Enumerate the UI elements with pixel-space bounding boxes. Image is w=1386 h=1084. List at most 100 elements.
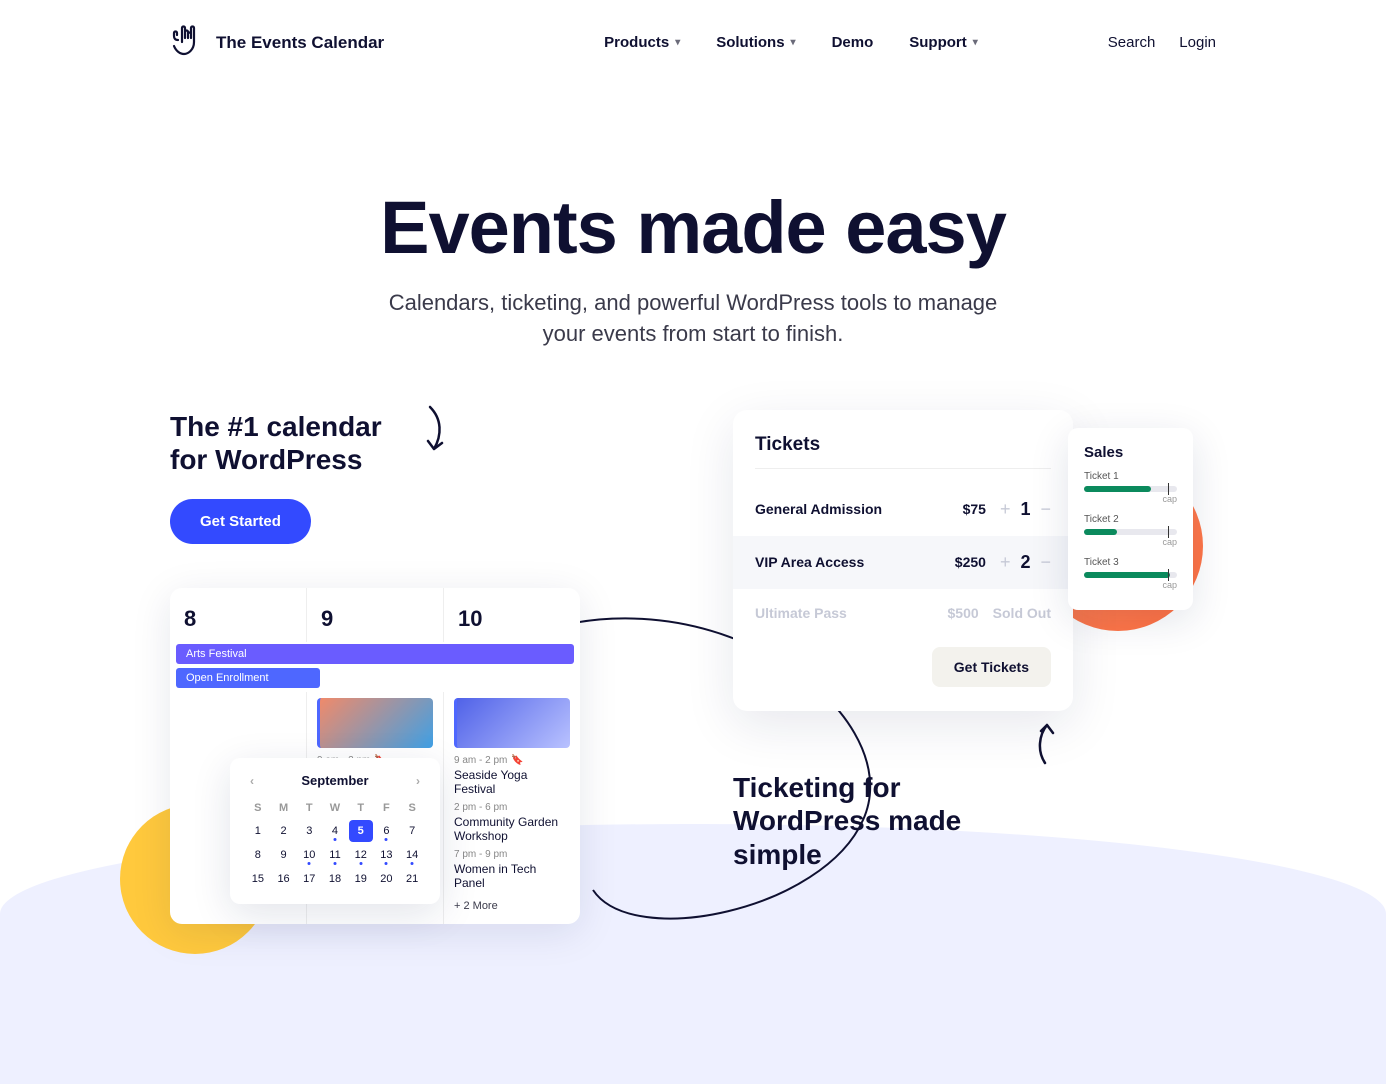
- mini-month-popover: ‹ September › SMTWTFS1234567891011121314…: [230, 758, 440, 904]
- sales-title: Sales: [1084, 444, 1177, 461]
- qty-plus-button[interactable]: +: [1000, 499, 1011, 520]
- features-section: The #1 calendar for WordPress Get Starte…: [0, 410, 1386, 1044]
- day-cell[interactable]: 21: [400, 868, 424, 890]
- hero-title: Events made easy: [40, 185, 1346, 270]
- event-name[interactable]: Women in Tech Panel: [454, 862, 570, 890]
- weekday-label: S: [246, 798, 270, 818]
- bookmark-icon: 🔖: [511, 755, 523, 766]
- sales-cap-label: cap: [1084, 580, 1177, 590]
- sales-cap-label: cap: [1084, 494, 1177, 504]
- qty-value: 2: [1020, 552, 1030, 573]
- weekday-label: M: [272, 798, 296, 818]
- brand-name: The Events Calendar: [216, 33, 384, 53]
- day-cell[interactable]: 1: [246, 820, 270, 842]
- event-name[interactable]: Community Garden Workshop: [454, 815, 570, 843]
- day-cell[interactable]: 11: [323, 844, 347, 866]
- event-name[interactable]: Seaside Yoga Festival: [454, 768, 570, 796]
- sales-bar: Ticket 3 cap: [1084, 557, 1177, 590]
- day-cell[interactable]: 2: [272, 820, 296, 842]
- calendar-feature: The #1 calendar for WordPress Get Starte…: [170, 410, 653, 924]
- header-utilities: Search Login: [1108, 34, 1216, 51]
- weekday-label: T: [349, 798, 373, 818]
- qty-stepper: +2−: [1000, 552, 1051, 573]
- qty-value: 1: [1020, 499, 1030, 520]
- more-events-link[interactable]: + 2 More: [454, 900, 498, 912]
- qty-minus-button[interactable]: −: [1040, 552, 1051, 573]
- tickets-title: Tickets: [755, 434, 1051, 469]
- chevron-down-icon: ▾: [791, 37, 796, 48]
- ticket-row: General Admission$75 +1−: [755, 483, 1051, 536]
- day-cell[interactable]: 7: [400, 820, 424, 842]
- tickets-card: Tickets General Admission$75+1−VIP Area …: [733, 410, 1073, 711]
- day-cell[interactable]: 19: [349, 868, 373, 890]
- sales-bar-label: Ticket 2: [1084, 514, 1177, 525]
- qty-plus-button[interactable]: +: [1000, 552, 1011, 573]
- day-cell[interactable]: 5: [349, 820, 373, 842]
- nav-support[interactable]: Support▾: [909, 34, 978, 51]
- prev-month-button[interactable]: ‹: [246, 772, 258, 790]
- event-time: 2 pm - 6 pm: [454, 802, 570, 813]
- weekday-label: F: [375, 798, 399, 818]
- day-cell[interactable]: 9: [272, 844, 296, 866]
- month-grid: SMTWTFS123456789101112131415161718192021: [246, 798, 424, 890]
- day-col-10: 10: [444, 588, 580, 642]
- day-cell[interactable]: 20: [375, 868, 399, 890]
- weekday-label: W: [323, 798, 347, 818]
- ticket-row: Ultimate Pass$500Sold Out: [755, 589, 1051, 637]
- arrow-up-icon: [1033, 721, 1057, 770]
- day-cell[interactable]: 15: [246, 868, 270, 890]
- qty-stepper: +1−: [1000, 499, 1051, 520]
- day-cell[interactable]: 10: [297, 844, 321, 866]
- arrow-down-icon: [420, 405, 450, 460]
- main-nav: Products▾ Solutions▾ Demo Support▾: [604, 34, 978, 51]
- ticket-name: VIP Area Access: [755, 554, 936, 570]
- brand-logo[interactable]: The Events Calendar: [170, 20, 384, 65]
- day-cell[interactable]: 8: [246, 844, 270, 866]
- next-month-button[interactable]: ›: [412, 772, 424, 790]
- chevron-down-icon: ▾: [675, 37, 680, 48]
- ticket-price: $75: [936, 501, 986, 517]
- calendar-heading: The #1 calendar for WordPress: [170, 410, 400, 477]
- qty-minus-button[interactable]: −: [1040, 499, 1051, 520]
- day-cell[interactable]: 17: [297, 868, 321, 890]
- get-started-button[interactable]: Get Started: [170, 499, 311, 544]
- soldout-label: Sold Out: [993, 605, 1051, 621]
- day-cell[interactable]: 13: [375, 844, 399, 866]
- hero-subtitle: Calendars, ticketing, and powerful WordP…: [373, 288, 1013, 350]
- login-link[interactable]: Login: [1179, 34, 1216, 51]
- site-header: The Events Calendar Products▾ Solutions▾…: [0, 0, 1386, 85]
- ticket-price: $500: [929, 605, 979, 621]
- event-time: 9 am - 2 pm: [454, 755, 507, 766]
- nav-solutions[interactable]: Solutions▾: [716, 34, 795, 51]
- month-label: September: [301, 773, 368, 788]
- day-cell[interactable]: 18: [323, 868, 347, 890]
- weekday-label: S: [400, 798, 424, 818]
- logo-icon: [170, 20, 206, 65]
- day-cell[interactable]: 14: [400, 844, 424, 866]
- ticket-name: General Admission: [755, 501, 936, 517]
- weekday-label: T: [297, 798, 321, 818]
- day-cell[interactable]: 4: [323, 820, 347, 842]
- hero: Events made easy Calendars, ticketing, a…: [0, 185, 1386, 350]
- day-col-8: 8: [170, 588, 307, 642]
- day-cell[interactable]: 3: [297, 820, 321, 842]
- sales-cap-label: cap: [1084, 537, 1177, 547]
- nav-products[interactable]: Products▾: [604, 34, 680, 51]
- day-cell[interactable]: 16: [272, 868, 296, 890]
- get-tickets-button[interactable]: Get Tickets: [932, 647, 1051, 687]
- event-time: 7 pm - 9 pm: [454, 849, 570, 860]
- ticketing-heading: Ticketing for WordPress made simple: [733, 771, 1033, 872]
- sales-bar: Ticket 2 cap: [1084, 514, 1177, 547]
- event-bar-open[interactable]: Open Enrollment: [176, 668, 320, 688]
- nav-demo[interactable]: Demo: [832, 34, 874, 51]
- day-cell[interactable]: 12: [349, 844, 373, 866]
- sales-bar: Ticket 1cap: [1084, 471, 1177, 504]
- event-bar-arts[interactable]: Arts Festival: [176, 644, 574, 664]
- ticketing-feature: Tickets General Admission$75+1−VIP Area …: [733, 410, 1216, 924]
- sales-bar-label: Ticket 3: [1084, 557, 1177, 568]
- day-cell[interactable]: 6: [375, 820, 399, 842]
- ticket-price: $250: [936, 554, 986, 570]
- search-link[interactable]: Search: [1108, 34, 1156, 51]
- event-thumb: [454, 698, 570, 748]
- chevron-down-icon: ▾: [973, 37, 978, 48]
